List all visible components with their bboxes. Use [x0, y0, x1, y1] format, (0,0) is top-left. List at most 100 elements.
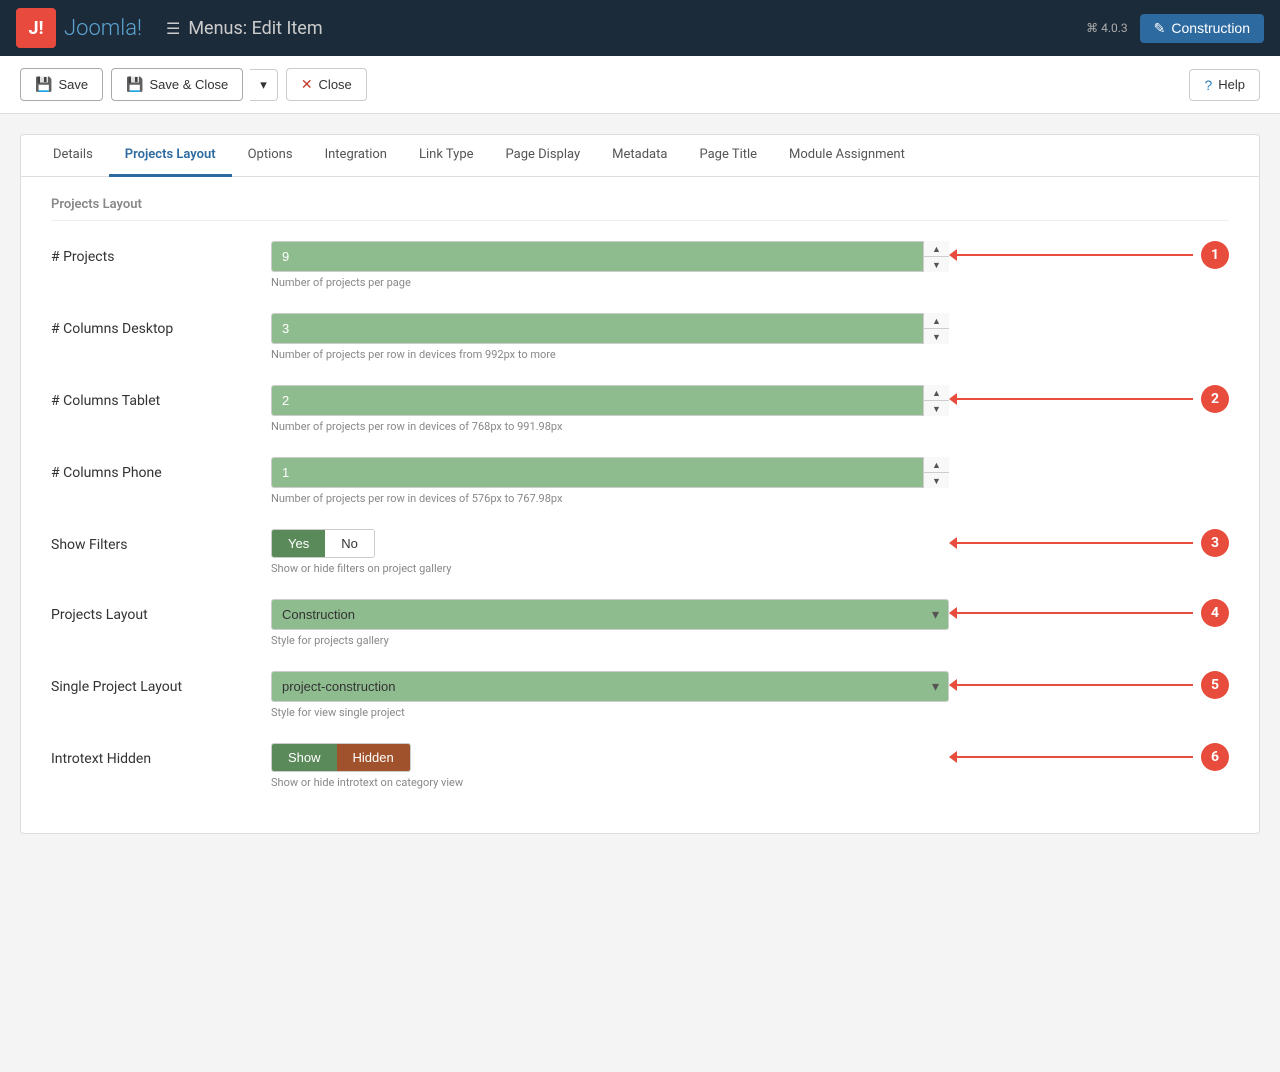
- tab-metadata[interactable]: Metadata: [596, 135, 683, 177]
- num-projects-label-cell: # Projects: [51, 241, 271, 265]
- help-label: Help: [1218, 77, 1245, 92]
- show-filters-label: Show Filters: [51, 537, 128, 553]
- close-icon: ✕: [301, 76, 313, 93]
- show-filters-annotation: 3: [949, 529, 1229, 557]
- introtext-show-btn[interactable]: Show: [272, 744, 337, 771]
- num-columns-phone-input[interactable]: [271, 457, 949, 488]
- num-columns-phone-up[interactable]: ▲: [924, 457, 949, 473]
- arrow-line-1: [957, 254, 1193, 256]
- tab-content: Projects Layout # Projects ▲ ▼ Number of…: [21, 177, 1259, 833]
- num-columns-desktop-field: ▲ ▼ Number of projects per row in device…: [271, 313, 949, 361]
- tab-projects-layout[interactable]: Projects Layout: [109, 135, 232, 177]
- num-columns-desktop-row: # Columns Desktop ▲ ▼ Number of projects…: [51, 313, 1229, 361]
- num-columns-tablet-field: ▲ ▼ Number of projects per row in device…: [271, 385, 949, 433]
- num-projects-down[interactable]: ▼: [924, 257, 949, 272]
- joomla-logo: J!: [16, 8, 56, 48]
- save-close-icon: 💾: [126, 76, 143, 93]
- num-columns-desktop-spin: ▲ ▼: [923, 313, 949, 344]
- tabs-nav: Details Projects Layout Options Integrat…: [21, 135, 1259, 177]
- save-close-button[interactable]: 💾 Save & Close: [111, 68, 243, 101]
- num-columns-tablet-input[interactable]: [271, 385, 949, 416]
- num-columns-desktop-down[interactable]: ▼: [924, 329, 949, 344]
- site-button-label: Construction: [1171, 20, 1250, 36]
- num-columns-phone-row: # Columns Phone ▲ ▼ Number of projects p…: [51, 457, 1229, 505]
- num-columns-tablet-row: # Columns Tablet ▲ ▼ Number of projects …: [51, 385, 1229, 433]
- arrow-2: [949, 393, 1193, 405]
- close-button[interactable]: ✕ Close: [286, 68, 367, 101]
- introtext-hidden-annotation: 6: [949, 743, 1229, 771]
- num-columns-tablet-spin: ▲ ▼: [923, 385, 949, 416]
- num-projects-field: ▲ ▼ Number of projects per page: [271, 241, 949, 289]
- num-projects-row: # Projects ▲ ▼ Number of projects per pa…: [51, 241, 1229, 289]
- brand-logo[interactable]: J! Joomla!: [16, 8, 142, 48]
- projects-layout-select-wrapper: Construction ▾: [271, 599, 949, 630]
- brand-text: Joomla!: [64, 16, 142, 41]
- tab-module-assignment[interactable]: Module Assignment: [773, 135, 921, 177]
- num-projects-hint: Number of projects per page: [271, 276, 949, 289]
- arrow-6: [949, 751, 1193, 763]
- site-button[interactable]: ✎ Construction: [1140, 14, 1264, 43]
- num-columns-desktop-up[interactable]: ▲: [924, 313, 949, 329]
- num-columns-phone-down[interactable]: ▼: [924, 473, 949, 488]
- num-columns-phone-spin: ▲ ▼: [923, 457, 949, 488]
- projects-layout-label: Projects Layout: [51, 607, 148, 623]
- show-filters-yes[interactable]: Yes: [272, 530, 325, 557]
- arrow-line-2: [957, 398, 1193, 400]
- single-project-layout-hint: Style for view single project: [271, 706, 949, 719]
- introtext-hidden-hint: Show or hide introtext on category view: [271, 776, 949, 789]
- num-columns-tablet-label: # Columns Tablet: [51, 393, 160, 409]
- num-projects-input[interactable]: [271, 241, 949, 272]
- badge-5: 5: [1201, 671, 1229, 699]
- tab-link-type[interactable]: Link Type: [403, 135, 490, 177]
- num-projects-up[interactable]: ▲: [924, 241, 949, 257]
- arrow-head-1: [949, 249, 957, 261]
- introtext-hidden-row: Introtext Hidden Show Hidden Show or hid…: [51, 743, 1229, 789]
- tab-page-display[interactable]: Page Display: [490, 135, 597, 177]
- tab-integration[interactable]: Integration: [309, 135, 403, 177]
- single-project-layout-label: Single Project Layout: [51, 679, 182, 695]
- arrow-1: [949, 249, 1193, 261]
- num-columns-desktop-input[interactable]: [271, 313, 949, 344]
- num-columns-phone-label: # Columns Phone: [51, 465, 162, 481]
- arrow-head-4: [949, 607, 957, 619]
- single-project-layout-select-wrapper: project-construction ▾: [271, 671, 949, 702]
- single-project-layout-row: Single Project Layout project-constructi…: [51, 671, 1229, 719]
- tab-options[interactable]: Options: [232, 135, 309, 177]
- single-project-layout-label-cell: Single Project Layout: [51, 671, 271, 695]
- num-columns-tablet-hint: Number of projects per row in devices of…: [271, 420, 949, 433]
- num-columns-phone-label-cell: # Columns Phone: [51, 457, 271, 481]
- arrow-5: [949, 679, 1193, 691]
- single-project-layout-select[interactable]: project-construction: [271, 671, 949, 702]
- save-label: Save: [58, 77, 88, 92]
- projects-layout-select[interactable]: Construction: [271, 599, 949, 630]
- dropdown-button[interactable]: ▾: [250, 69, 278, 101]
- page-title-text: Menus: Edit Item: [188, 18, 322, 39]
- toolbar: 💾 Save 💾 Save & Close ▾ ✕ Close ? Help: [0, 56, 1280, 114]
- menu-icon: ☰: [166, 19, 180, 38]
- show-filters-no[interactable]: No: [325, 530, 374, 557]
- save-button[interactable]: 💾 Save: [20, 68, 103, 101]
- version-badge: ⌘ 4.0.3: [1086, 21, 1128, 35]
- tab-details[interactable]: Details: [37, 135, 109, 177]
- arrow-head-6: [949, 751, 957, 763]
- show-filters-row: Show Filters Yes No Show or hide filters…: [51, 529, 1229, 575]
- arrow-head-3: [949, 537, 957, 549]
- num-columns-tablet-down[interactable]: ▼: [924, 401, 949, 416]
- arrow-line-5: [957, 684, 1193, 686]
- arrow-head-2: [949, 393, 957, 405]
- page-title: ☰ Menus: Edit Item: [166, 18, 1086, 39]
- arrow-line-4: [957, 612, 1193, 614]
- navbar-right: ⌘ 4.0.3 ✎ Construction: [1086, 14, 1264, 43]
- projects-layout-label-cell: Projects Layout: [51, 599, 271, 623]
- num-columns-tablet-wrapper: ▲ ▼: [271, 385, 949, 416]
- show-filters-toggle: Yes No: [271, 529, 375, 558]
- num-columns-desktop-hint: Number of projects per row in devices fr…: [271, 348, 949, 361]
- num-columns-phone-field: ▲ ▼ Number of projects per row in device…: [271, 457, 949, 505]
- tab-page-title[interactable]: Page Title: [683, 135, 773, 177]
- introtext-hidden-btn[interactable]: Hidden: [337, 744, 410, 771]
- num-columns-tablet-up[interactable]: ▲: [924, 385, 949, 401]
- projects-layout-field: Construction ▾ Style for projects galler…: [271, 599, 949, 647]
- num-projects-spin: ▲ ▼: [923, 241, 949, 272]
- help-button[interactable]: ? Help: [1189, 69, 1260, 101]
- single-project-layout-annotation: 5: [949, 671, 1229, 699]
